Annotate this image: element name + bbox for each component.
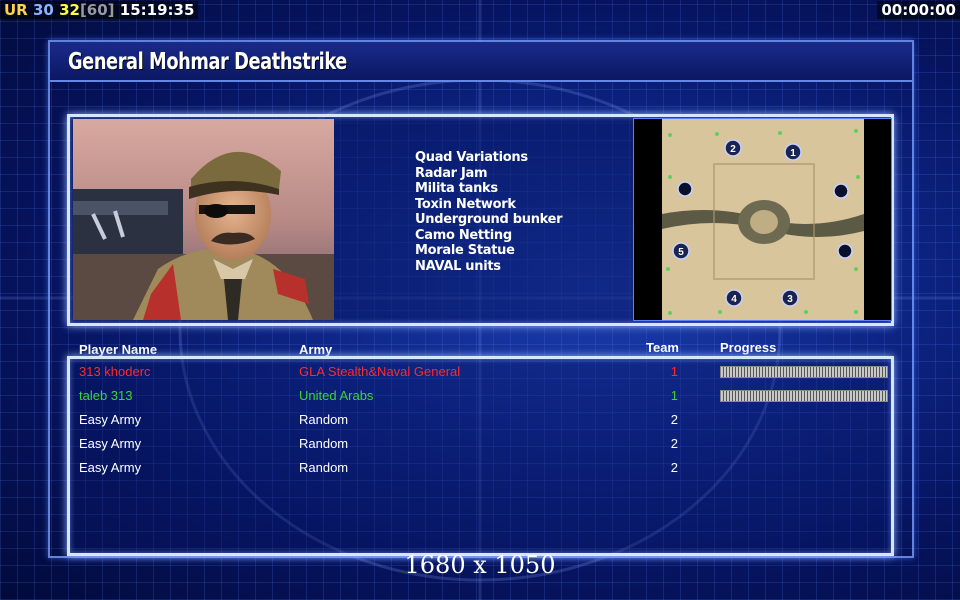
player-army: GLA Stealth&Naval General [299,364,461,379]
map-start-marker-empty [837,243,853,259]
progress-bar [720,366,888,378]
player-name: Easy Army [79,412,142,427]
player-name: Easy Army [79,460,142,475]
player-row: 313 khoderc GLA Stealth&Naval General 1 [0,360,960,384]
fps-cap: 32 [59,1,80,19]
fps-value: 30 [32,1,54,19]
player-team: 2 [670,436,678,451]
map-start-marker: 5 [672,242,690,260]
player-army: Random [299,460,349,475]
player-team: 2 [670,412,678,427]
feature-item: Morale Statue [415,243,515,258]
feature-item: Toxin Network [415,196,516,212]
map-marker-label: 3 [787,294,793,305]
header-team: Team [646,340,679,355]
feature-item: Milita tanks [415,181,498,196]
game-timer: 00:00:00 [877,1,960,19]
fps-overlay: UR 30 32[60] 15:19:35 [0,1,199,19]
map-start-marker-empty [833,183,849,199]
resolution-label: 1680 x 1050 [404,551,556,579]
header-progress: Progress [720,340,777,355]
player-name: Easy Army [79,436,142,451]
feature-list: Quad Variations Radar Jam Milita tanks T… [415,150,563,274]
player-army: United Arabs [299,388,374,403]
player-row: Easy Army Random 2 [0,408,960,432]
map-start-marker: 4 [725,289,743,307]
map-marker-label: 4 [731,294,737,305]
map-marker-label: 2 [730,144,736,155]
map-start-marker: 1 [784,143,802,161]
general-portrait [73,119,334,320]
map-marker-label: 1 [790,148,796,159]
map-start-marker: 2 [724,139,742,157]
player-team: 1 [670,364,678,379]
header-player-name: Player Name [79,342,158,357]
map-start-marker: 3 [781,289,799,307]
fps-max: [60] [79,1,115,19]
header-army: Army [299,342,333,357]
player-row: Easy Army Random 2 [0,456,960,480]
player-name: 313 khoderc [79,364,151,379]
player-name: taleb 313 [79,388,133,403]
feature-item: Quad Variations [415,150,528,165]
map-preview[interactable]: 2 1 5 4 3 [633,118,892,321]
player-team: 1 [670,388,678,403]
player-row: Easy Army Random 2 [0,432,960,456]
ur-label: UR [4,1,28,19]
feature-item: Underground bunker [415,212,563,227]
map-marker-label: 5 [678,247,684,258]
progress-bar [720,390,888,402]
feature-item: Camo Netting [415,227,512,243]
feature-item: NAVAL units [415,258,501,274]
feature-item: Radar Jam [415,165,488,181]
player-army: Random [299,412,349,427]
map-start-marker-empty [677,181,693,197]
player-row: taleb 313 United Arabs 1 [0,384,960,408]
general-title: General Mohmar Deathstrike [68,49,347,75]
clock: 15:19:35 [119,1,195,19]
player-army: Random [299,436,349,451]
player-team: 2 [670,460,678,475]
